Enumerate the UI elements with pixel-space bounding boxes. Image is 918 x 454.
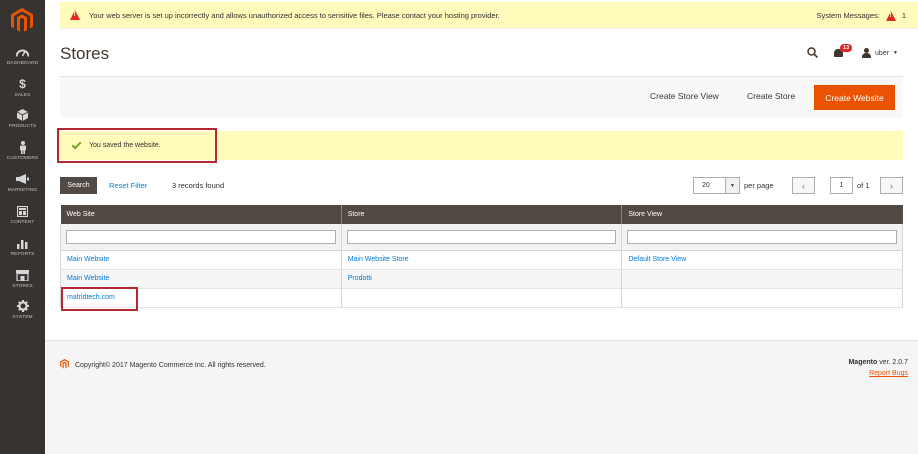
table-row: matridtech.com	[60, 288, 903, 308]
notifications-button[interactable]: 13	[834, 44, 853, 59]
main-content: Your web server is set up incorrectly an…	[45, 0, 918, 454]
store-link[interactable]: Prodotti	[348, 275, 372, 282]
table-row: Main Website Prodotti	[60, 269, 903, 289]
store-link[interactable]: Main Website Store	[348, 256, 409, 263]
sidebar-label: DASHBOARD	[6, 61, 39, 66]
warning-icon	[885, 10, 896, 21]
username: uber	[875, 49, 890, 57]
create-store-view-button[interactable]: Create Store View	[650, 91, 719, 101]
grid-toolbar: Search Reset Filter 3 records found 20 ▼…	[60, 177, 903, 195]
sidebar-item-marketing[interactable]: MARKETING	[0, 172, 45, 202]
highlight-box	[61, 287, 138, 311]
chevron-down-icon: ▼	[893, 50, 898, 56]
page-actions-bar: Create Store View Create Store Create We…	[60, 76, 903, 118]
sidebar-label: STORES	[12, 284, 33, 289]
column-header-website[interactable]: Web Site	[60, 205, 342, 224]
admin-sidebar: DASHBOARD $ SALES PRODUCTS CUSTOMERS MAR…	[0, 0, 45, 454]
chevron-left-icon: ‹	[802, 180, 805, 191]
chevron-right-icon: ›	[890, 180, 893, 191]
system-messages-label: System Messages:	[816, 11, 880, 20]
copyright-text: Copyright© 2017 Magento Commerce Inc. Al…	[75, 361, 266, 369]
sidebar-label: CONTENT	[10, 220, 35, 225]
website-link[interactable]: Main Website	[67, 256, 109, 263]
page-number-input[interactable]: 1	[830, 177, 853, 194]
dollar-icon: $	[19, 77, 26, 91]
per-page-value: 20	[702, 182, 710, 189]
create-store-button[interactable]: Create Store	[747, 91, 795, 101]
layout-icon	[17, 204, 28, 218]
sidebar-label: REPORTS	[10, 252, 35, 257]
page-total: of 1	[857, 181, 870, 190]
sidebar-item-dashboard[interactable]: DASHBOARD	[0, 45, 45, 75]
search-button[interactable]: Search	[60, 177, 97, 194]
highlight-box	[57, 128, 217, 163]
filter-row	[60, 224, 903, 251]
per-page-select[interactable]: 20 ▼	[693, 177, 740, 194]
cube-icon	[17, 108, 28, 122]
table-row: Main Website Main Website Store Default …	[60, 250, 903, 270]
gear-icon	[16, 299, 29, 313]
reset-filter-link[interactable]: Reset Filter	[109, 181, 147, 190]
sidebar-label: SALES	[14, 93, 31, 98]
website-link[interactable]: Main Website	[67, 275, 109, 282]
sidebar-item-sales[interactable]: $ SALES	[0, 77, 45, 107]
sidebar-label: PRODUCTS	[8, 124, 37, 129]
next-page-button[interactable]: ›	[880, 177, 903, 194]
sidebar-label: SYSTEM	[12, 315, 33, 320]
grid-header-row: Web Site Store Store View	[60, 205, 903, 224]
store-icon	[16, 268, 29, 282]
records-count: 3 records found	[172, 181, 225, 190]
bar-chart-icon	[17, 236, 28, 250]
store-view-filter-input[interactable]	[627, 229, 897, 244]
magento-logo-icon[interactable]	[7, 5, 37, 35]
system-message-bar: Your web server is set up incorrectly an…	[60, 2, 918, 29]
per-page-label: per page	[744, 181, 774, 190]
system-message-text: Your web server is set up incorrectly an…	[89, 10, 500, 20]
page-footer: Copyright© 2017 Magento Commerce Inc. Al…	[45, 340, 918, 454]
sidebar-label: MARKETING	[7, 188, 38, 193]
version-text: ver. 2.0.7	[877, 359, 908, 366]
system-messages-count: 1	[901, 11, 906, 20]
brand-name: Magento	[848, 359, 878, 366]
user-icon	[862, 48, 872, 58]
sidebar-item-reports[interactable]: REPORTS	[0, 236, 45, 266]
sidebar-item-content[interactable]: CONTENT	[0, 204, 45, 234]
copyright: Copyright© 2017 Magento Commerce Inc. Al…	[60, 359, 266, 371]
system-messages-summary[interactable]: System Messages: 1	[816, 2, 906, 29]
sidebar-item-system[interactable]: SYSTEM	[0, 299, 45, 329]
megaphone-icon	[16, 172, 29, 186]
report-bugs-link[interactable]: Report Bugs	[848, 370, 908, 377]
store-filter-input[interactable]	[346, 229, 617, 244]
version-info: Magento ver. 2.0.7 Report Bugs	[848, 359, 908, 377]
page-title: Stores	[60, 44, 110, 63]
dashboard-icon	[16, 45, 29, 59]
prev-page-button[interactable]: ‹	[792, 177, 815, 194]
header-actions: 13 uber ▼	[807, 44, 898, 62]
sidebar-item-products[interactable]: PRODUCTS	[0, 108, 45, 138]
store-view-link[interactable]: Default Store View	[628, 256, 686, 263]
column-header-store-view[interactable]: Store View	[621, 205, 903, 224]
search-icon[interactable]	[807, 46, 819, 60]
sidebar-item-customers[interactable]: CUSTOMERS	[0, 140, 45, 170]
sidebar-item-stores[interactable]: STORES	[0, 268, 45, 298]
create-website-button[interactable]: Create Website	[814, 85, 895, 110]
chevron-down-icon: ▼	[725, 178, 739, 193]
sidebar-label: CUSTOMERS	[6, 156, 39, 161]
website-filter-input[interactable]	[66, 229, 336, 244]
user-menu[interactable]: uber ▼	[862, 48, 898, 58]
warning-icon	[70, 10, 80, 20]
notifications-count: 13	[840, 44, 853, 52]
stores-grid: Web Site Store Store View Main Website M…	[60, 205, 903, 308]
column-header-store[interactable]: Store	[340, 205, 622, 224]
person-icon	[19, 140, 27, 154]
magento-logo-icon	[60, 359, 69, 371]
